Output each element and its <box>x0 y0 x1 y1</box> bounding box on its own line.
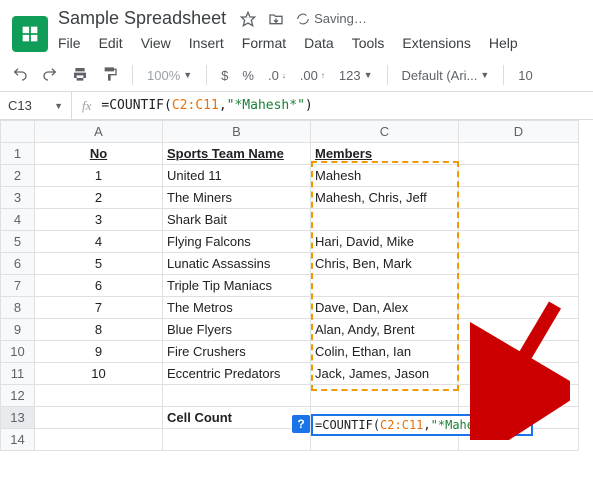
cell[interactable]: 10 <box>35 363 163 385</box>
cell[interactable]: Members <box>311 143 459 165</box>
cell[interactable]: Dave, Dan, Alex <box>311 297 459 319</box>
undo-icon[interactable] <box>12 66 28 85</box>
cell[interactable]: Cell Count <box>163 407 311 429</box>
menu-extensions[interactable]: Extensions <box>402 35 470 51</box>
cell[interactable] <box>35 429 163 451</box>
formula-help-icon[interactable]: ? <box>292 415 310 433</box>
cell[interactable]: Fire Crushers <box>163 341 311 363</box>
doc-title[interactable]: Sample Spreadsheet <box>58 8 226 29</box>
col-header-C[interactable]: C <box>311 121 459 143</box>
menu-view[interactable]: View <box>141 35 171 51</box>
cell[interactable] <box>311 385 459 407</box>
menu-file[interactable]: File <box>58 35 81 51</box>
cell[interactable]: 4 <box>35 231 163 253</box>
cell[interactable] <box>163 385 311 407</box>
toolbar: 100% ▼ $ % .0↓ .00↑ 123 ▼ Default (Ari..… <box>0 59 593 92</box>
font-size[interactable]: 10 <box>518 68 532 83</box>
move-icon[interactable] <box>268 11 284 27</box>
cell[interactable]: 3 <box>35 209 163 231</box>
cell[interactable] <box>459 187 579 209</box>
cell[interactable] <box>35 385 163 407</box>
increase-decimal-button[interactable]: .00↑ <box>300 68 325 83</box>
cell[interactable]: 1 <box>35 165 163 187</box>
row-header[interactable]: 7 <box>1 275 35 297</box>
formula-bar[interactable]: =COUNTIF(C2:C11,"*Mahesh*") <box>101 98 312 113</box>
cell[interactable]: 6 <box>35 275 163 297</box>
cell[interactable]: 7 <box>35 297 163 319</box>
cell[interactable]: 9 <box>35 341 163 363</box>
row-header[interactable]: 14 <box>1 429 35 451</box>
row-header[interactable]: 9 <box>1 319 35 341</box>
cell[interactable] <box>163 429 311 451</box>
cell[interactable]: Blue Flyers <box>163 319 311 341</box>
fx-icon: fx <box>72 98 101 114</box>
star-icon[interactable] <box>240 11 256 27</box>
cell[interactable]: 2 <box>35 187 163 209</box>
cell[interactable]: Shark Bait <box>163 209 311 231</box>
col-header-D[interactable]: D <box>459 121 579 143</box>
sheets-logo[interactable] <box>12 16 48 52</box>
cell[interactable]: Sports Team Name <box>163 143 311 165</box>
menu-bar: File Edit View Insert Format Data Tools Extensi… <box>58 29 518 59</box>
row-header[interactable]: 6 <box>1 253 35 275</box>
menu-edit[interactable]: Edit <box>99 35 123 51</box>
cell[interactable]: Mahesh <box>311 165 459 187</box>
paint-format-icon[interactable] <box>102 66 118 85</box>
row-header[interactable]: 11 <box>1 363 35 385</box>
cell[interactable]: Mahesh, Chris, Jeff <box>311 187 459 209</box>
cell[interactable]: Flying Falcons <box>163 231 311 253</box>
menu-insert[interactable]: Insert <box>189 35 224 51</box>
col-header-A[interactable]: A <box>35 121 163 143</box>
menu-help[interactable]: Help <box>489 35 518 51</box>
cell[interactable]: Chris, Ben, Mark <box>311 253 459 275</box>
print-icon[interactable] <box>72 66 88 85</box>
cell[interactable]: No <box>35 143 163 165</box>
cell[interactable]: Hari, David, Mike <box>311 231 459 253</box>
cell[interactable]: United 11 <box>163 165 311 187</box>
row-header[interactable]: 3 <box>1 187 35 209</box>
cell[interactable]: Jack, James, Jason <box>311 363 459 385</box>
cell[interactable] <box>459 209 579 231</box>
cell[interactable]: 8 <box>35 319 163 341</box>
cell[interactable] <box>311 275 459 297</box>
row-header[interactable]: 13 <box>1 407 35 429</box>
name-box[interactable]: C13▼ <box>0 92 72 119</box>
row-header[interactable]: 12 <box>1 385 35 407</box>
cell[interactable] <box>459 275 579 297</box>
cell[interactable]: The Miners <box>163 187 311 209</box>
row-header[interactable]: 2 <box>1 165 35 187</box>
percent-button[interactable]: % <box>242 68 254 83</box>
row-header[interactable]: 8 <box>1 297 35 319</box>
row-header[interactable]: 5 <box>1 231 35 253</box>
cell[interactable] <box>459 231 579 253</box>
cell[interactable]: 5 <box>35 253 163 275</box>
annotation-arrow <box>470 300 570 440</box>
font-select[interactable]: Default (Ari... ▼ <box>402 68 490 83</box>
cell[interactable] <box>311 209 459 231</box>
decrease-decimal-button[interactable]: .0↓ <box>268 68 286 83</box>
cell[interactable] <box>459 253 579 275</box>
menu-format[interactable]: Format <box>242 35 286 51</box>
row-header[interactable]: 4 <box>1 209 35 231</box>
col-header-B[interactable]: B <box>163 121 311 143</box>
row-header[interactable]: 1 <box>1 143 35 165</box>
cell[interactable] <box>459 165 579 187</box>
more-formats-button[interactable]: 123 ▼ <box>339 68 373 83</box>
cell[interactable]: Eccentric Predators <box>163 363 311 385</box>
cell[interactable]: Lunatic Assassins <box>163 253 311 275</box>
menu-tools[interactable]: Tools <box>352 35 385 51</box>
cell[interactable] <box>35 407 163 429</box>
cell[interactable]: Triple Tip Maniacs <box>163 275 311 297</box>
cell[interactable]: The Metros <box>163 297 311 319</box>
cell[interactable]: Colin, Ethan, Ian <box>311 341 459 363</box>
row-header[interactable]: 10 <box>1 341 35 363</box>
redo-icon[interactable] <box>42 66 58 85</box>
menu-data[interactable]: Data <box>304 35 334 51</box>
zoom-select[interactable]: 100% ▼ <box>147 68 192 83</box>
currency-button[interactable]: $ <box>221 68 228 83</box>
cell[interactable] <box>459 143 579 165</box>
cell[interactable]: Alan, Andy, Brent <box>311 319 459 341</box>
saving-status: Saving… <box>296 11 367 26</box>
